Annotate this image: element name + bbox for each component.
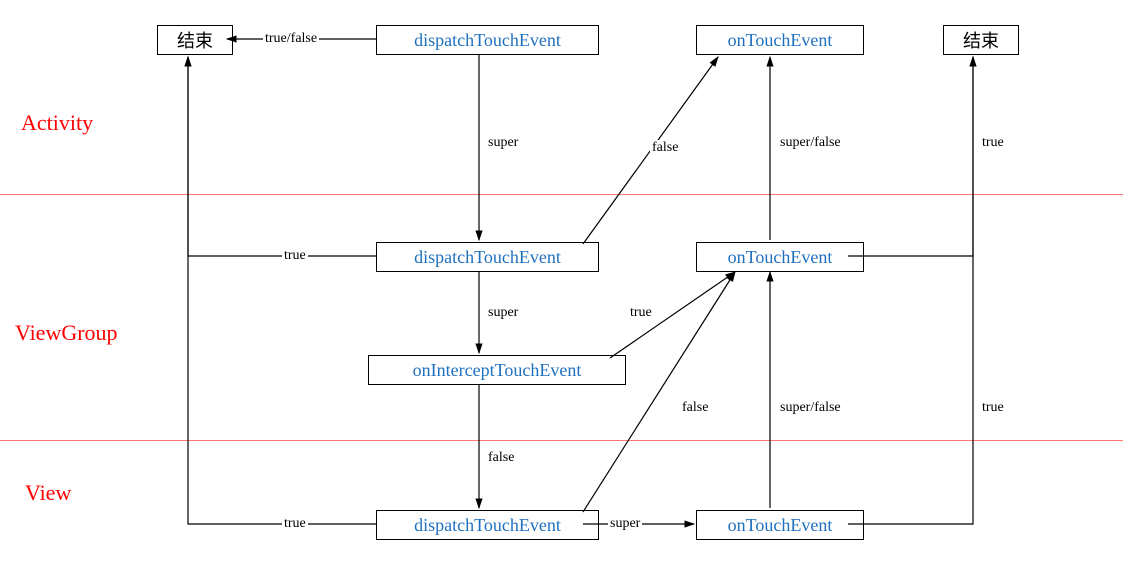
edge-v-ontouch-end2: true [980, 400, 1006, 416]
edge-vg-ontouch-end2: true [980, 135, 1006, 151]
edge-v-dispatch-v-ontouch: super [608, 516, 642, 532]
edge-vg-intercept-vg-ontouch: true [628, 305, 654, 321]
edge-v-ontouch-vg-ontouch: super/false [778, 400, 843, 416]
edge-vg-ontouch-act-ontouch: super/false [778, 135, 843, 151]
edges-svg [0, 0, 1123, 585]
edge-vg-dispatch-intercept: super [486, 305, 520, 321]
edge-v-dispatch-end: true [282, 516, 308, 532]
edge-vg-intercept-v-dispatch: false [486, 450, 516, 466]
edge-v-dispatch-vg-ontouch: false [680, 400, 710, 416]
edge-vg-dispatch-act-ontouch: false [650, 140, 680, 156]
edge-vg-dispatch-end: true [282, 248, 308, 264]
edge-act-dispatch-vg: super [486, 135, 520, 151]
edge-act-dispatch-end: true/false [263, 31, 319, 47]
